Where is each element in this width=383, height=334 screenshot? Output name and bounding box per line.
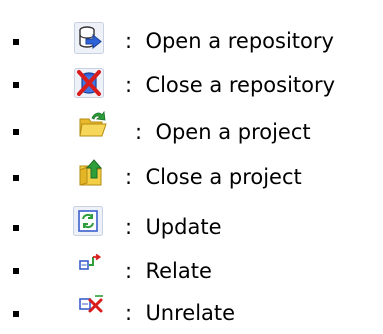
legend-item-description: : Close a project [125, 165, 302, 189]
open-project-icon [78, 109, 108, 141]
legend-item-description: : Open a repository [125, 29, 334, 53]
bullet [13, 82, 19, 88]
close-repository-icon [74, 68, 104, 98]
legend-item-description: : Relate [125, 259, 212, 283]
bullet [13, 39, 19, 45]
legend-item-open-repository: : Open a repository [0, 20, 383, 64]
update-icon [73, 206, 103, 236]
unrelate-icon [79, 294, 105, 316]
legend-item-close-repository: : Close a repository [0, 63, 383, 107]
open-repository-icon [74, 22, 104, 54]
legend-item-description: : Close a repository [125, 73, 336, 97]
legend-item-update: : Update [0, 200, 383, 244]
bullet [13, 311, 19, 317]
icon-legend-list: : Open a repository : Close a repository [0, 0, 383, 334]
bullet [13, 175, 19, 181]
legend-item-close-project: : Close a project [0, 151, 383, 195]
bullet [13, 225, 19, 231]
close-project-icon [77, 156, 105, 188]
legend-item-unrelate: : Unrelate [0, 286, 383, 330]
relate-icon [79, 254, 103, 274]
legend-item-description: : Unrelate [125, 301, 236, 325]
legend-item-description: : Open a project [135, 120, 311, 144]
legend-item-relate: : Relate [0, 244, 383, 288]
legend-item-open-project: : Open a project [0, 107, 383, 151]
bullet [13, 268, 19, 274]
legend-item-description: : Update [125, 215, 222, 239]
bullet [13, 129, 19, 135]
